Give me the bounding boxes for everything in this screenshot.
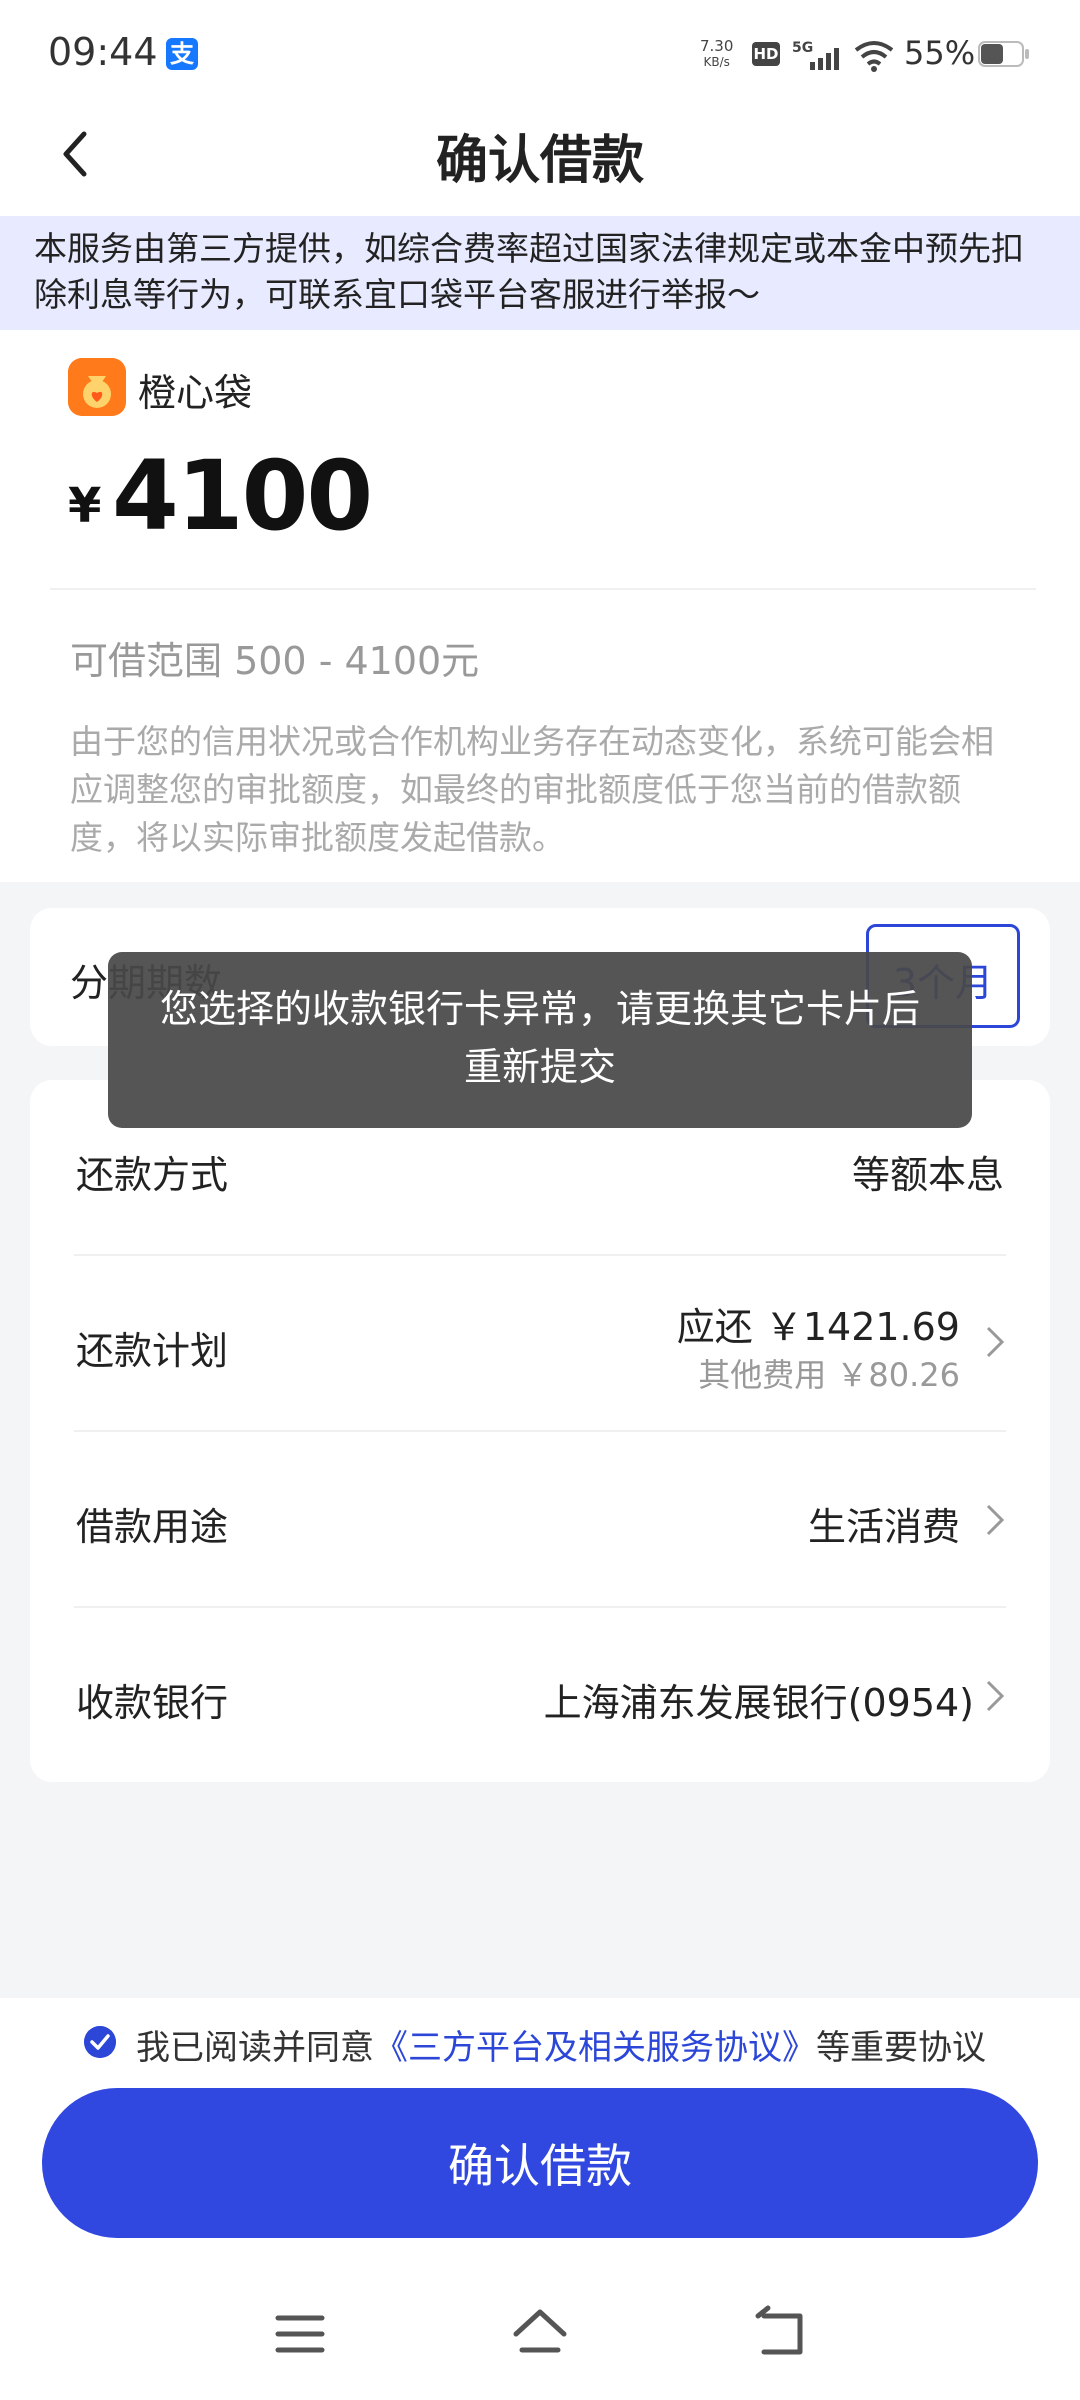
credit-note: 由于您的信用状况或合作机构业务存在动态变化，系统可能会相应调整您的审批额度，如最…: [70, 722, 994, 857]
loan-amount[interactable]: 4100: [112, 440, 373, 552]
battery-percent: 55%: [904, 34, 976, 72]
repay-method-value: 等额本息: [851, 1153, 1004, 1197]
chevron-right-icon: [986, 1504, 1005, 1536]
loan-range: 可借范围 500 - 4100元: [70, 639, 480, 683]
home-icon[interactable]: [510, 2304, 570, 2364]
lender-name: 橙心袋: [138, 371, 253, 415]
chevron-right-icon: [986, 1680, 1005, 1712]
agreement-link[interactable]: 《三方平台及相关服务协议》: [374, 2028, 816, 2068]
currency-symbol: ¥: [68, 478, 102, 534]
checkbox-checked-icon[interactable]: [84, 2026, 116, 2058]
status-time: 09:44: [48, 30, 158, 74]
chevron-right-icon: [986, 1326, 1005, 1358]
back-nav-icon[interactable]: [750, 2304, 810, 2364]
battery-icon: [978, 41, 1029, 67]
purpose-label: 借款用途: [76, 1505, 229, 1549]
money-bag-icon: [68, 358, 126, 416]
divider: [50, 588, 1036, 590]
repay-method-label: 还款方式: [76, 1153, 229, 1197]
repay-plan-value: 应还 ￥1421.69: [676, 1305, 960, 1349]
hd-icon: HD: [752, 42, 780, 66]
bank-value: 上海浦东发展银行(0954): [543, 1681, 974, 1725]
page-title: 确认借款: [435, 131, 644, 191]
alipay-icon: 支: [166, 38, 198, 70]
repay-plan-label: 还款计划: [76, 1329, 229, 1373]
network-speed: 7.30 KB/s: [700, 37, 734, 69]
svg-text:5G: 5G: [792, 40, 813, 56]
confirm-loan-label[interactable]: 确认借款: [42, 2130, 1038, 2196]
wifi-icon: [854, 41, 894, 72]
agreement-text: 我已阅读并同意《三方平台及相关服务协议》等重要协议: [136, 2028, 986, 2068]
menu-icon[interactable]: [270, 2304, 330, 2364]
toast-message: 您选择的收款银行卡异常，请更换其它卡片后 重新提交: [159, 987, 920, 1089]
other-fees: 其他费用 ￥80.26: [698, 1356, 960, 1394]
notice-text: 本服务由第三方提供，如综合费率超过国家法律规定或本金中预先扣除利息等行为，可联系…: [34, 229, 1024, 314]
purpose-value: 生活消费: [807, 1505, 960, 1549]
bank-label: 收款银行: [76, 1681, 229, 1725]
signal-5g-icon: 5G: [792, 40, 839, 70]
